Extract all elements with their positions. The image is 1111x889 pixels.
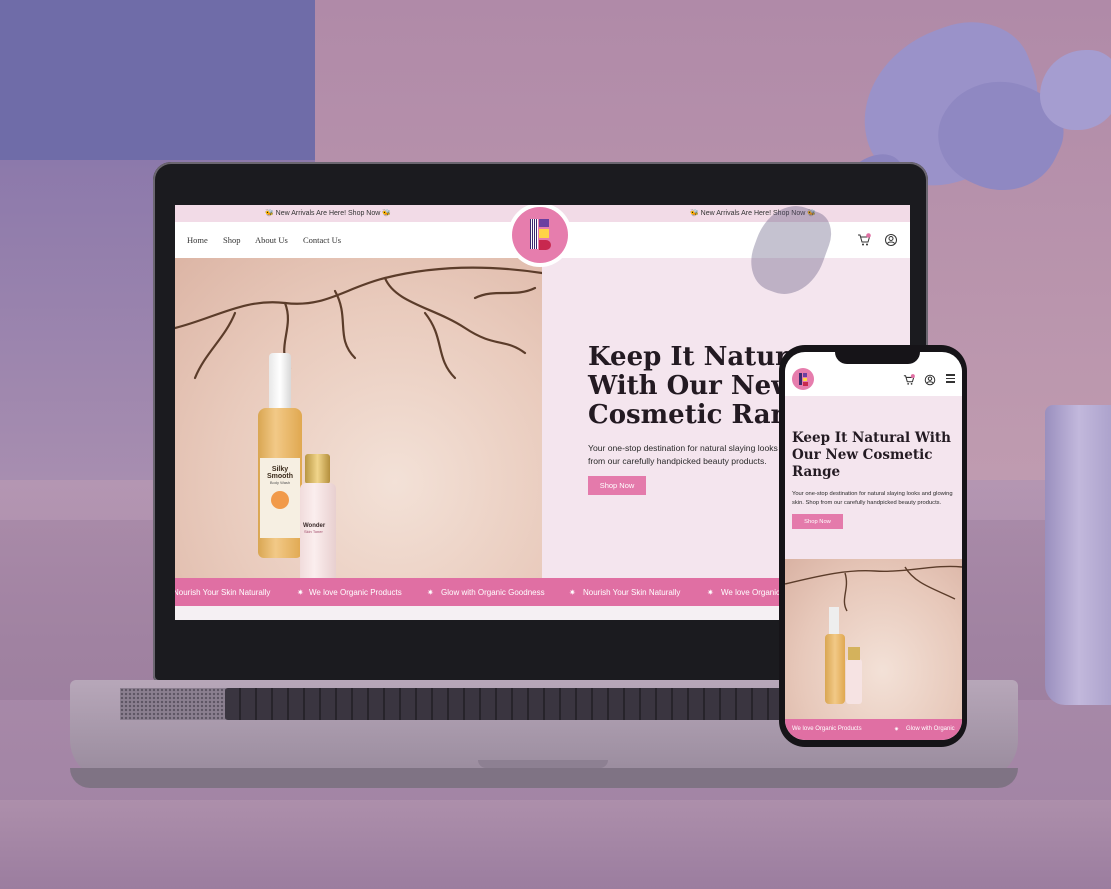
laptop-front-edge <box>70 768 1018 788</box>
laptop-keyboard <box>225 688 825 720</box>
mobile-hero-image <box>785 559 962 719</box>
nav-shop[interactable]: Shop <box>223 235 240 245</box>
toner-bottle: Wonder Skin Toner <box>300 483 336 578</box>
peach-graphic <box>271 491 289 509</box>
plant-vase <box>1045 405 1111 705</box>
toner-type: Skin Toner <box>304 529 323 534</box>
shop-now-button[interactable]: Shop Now <box>588 476 646 495</box>
toner-cap <box>305 454 330 484</box>
marquee-item: Nourish Your Skin Naturally <box>175 588 271 597</box>
sparkle-icon: ✷ <box>569 588 576 597</box>
hamburger-menu-icon[interactable] <box>946 374 955 383</box>
body-wash-pump <box>269 353 291 410</box>
mobile-shop-now-button[interactable]: Shop Now <box>792 514 843 529</box>
marquee-item: Glow with Organic Goodness <box>441 588 545 597</box>
mobile-marquee-banner: We love Organic Products ✷ Glow with Org… <box>785 719 962 740</box>
mobile-toner-bottle <box>846 659 862 704</box>
mobile-brand-logo[interactable] <box>792 368 814 390</box>
mobile-pump <box>829 607 839 635</box>
user-account-icon[interactable] <box>884 233 898 247</box>
mobile-branch-decoration <box>785 565 962 612</box>
branch-decoration <box>175 266 542 380</box>
marquee-item: We love Organic Products <box>792 726 862 732</box>
laptop-speaker-left <box>120 688 235 720</box>
desk-edge <box>0 800 1111 889</box>
nav-about-us[interactable]: About Us <box>255 235 288 245</box>
mobile-website-screen: Keep It Natural With Our New Cosmetic Ra… <box>785 352 962 740</box>
announcement-text[interactable]: 🐝 New Arrivals Are Here! Shop Now 🐝 <box>265 209 391 217</box>
background-wall-left <box>0 0 315 160</box>
body-wash-name: Silky Smooth <box>266 466 294 480</box>
mobile-toner-cap <box>848 647 860 660</box>
sparkle-icon: ✷ <box>707 588 714 597</box>
brand-logo[interactable] <box>508 205 572 267</box>
mobile-hero-title: Keep It Natural With Our New Cosmetic Ra… <box>792 430 951 480</box>
nav-home[interactable]: Home <box>187 235 208 245</box>
cart-icon[interactable] <box>857 233 871 247</box>
mobile-nav <box>785 364 962 396</box>
nav-contact-us[interactable]: Contact Us <box>303 235 341 245</box>
laptop-notch <box>478 760 608 768</box>
mobile-user-icon[interactable] <box>924 373 936 386</box>
mobile-cart-icon[interactable] <box>903 373 915 385</box>
sparkle-icon: ✷ <box>427 588 434 597</box>
mobile-body-wash-bottle <box>825 634 845 704</box>
hero-image: Silky Smooth Body Wash Wonder Skin Toner <box>175 258 542 578</box>
sparkle-icon: ✷ <box>894 727 900 733</box>
marquee-item: Glow with Organic <box>906 726 955 732</box>
sparkle-icon: ✷ <box>297 588 304 597</box>
phone-notch <box>835 348 920 364</box>
body-wash-type: Body Wash <box>269 480 291 485</box>
mobile-hero-description: Your one-stop destination for natural sl… <box>792 491 953 506</box>
marquee-item: Nourish Your Skin Naturally <box>583 588 681 597</box>
marquee-item: We love Organic Products <box>309 588 402 597</box>
body-wash-label: Silky Smooth Body Wash <box>260 458 300 538</box>
